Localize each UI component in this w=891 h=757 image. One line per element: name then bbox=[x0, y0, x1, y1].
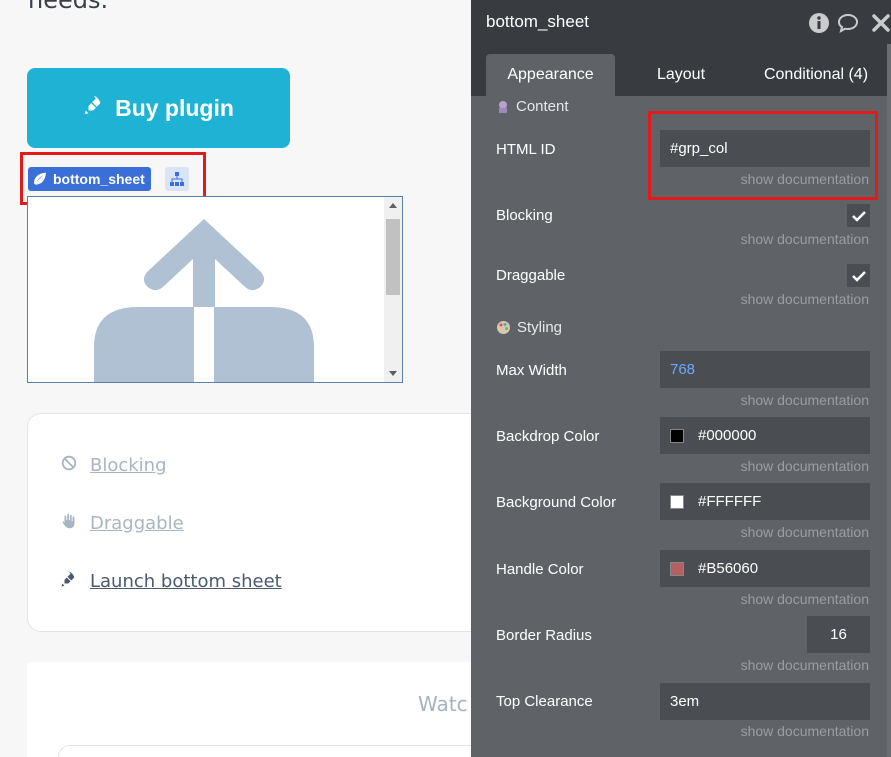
highlight-box bbox=[648, 111, 878, 200]
option-draggable[interactable]: Draggable bbox=[60, 512, 184, 535]
panel-header: bottom_sheet bbox=[471, 0, 891, 44]
hand-icon bbox=[60, 512, 78, 535]
tab-layout[interactable]: Layout bbox=[636, 54, 726, 96]
handle-color-label: Handle Color bbox=[496, 561, 584, 578]
top-clearance-label: Top Clearance bbox=[496, 693, 593, 710]
handle-color-swatch[interactable] bbox=[670, 561, 684, 576]
background-color-swatch[interactable] bbox=[670, 494, 684, 509]
top-clearance-doc-link[interactable]: show documentation bbox=[741, 723, 869, 739]
draggable-doc-link[interactable]: show documentation bbox=[741, 291, 869, 307]
panel-title: bottom_sheet bbox=[486, 12, 590, 31]
rocket-icon bbox=[83, 94, 105, 122]
max-width-label: Max Width bbox=[496, 362, 567, 379]
section-content-label: Content bbox=[516, 98, 569, 115]
rocket-icon bbox=[60, 570, 78, 593]
tab-conditional[interactable]: Conditional (4) bbox=[741, 54, 891, 96]
backdrop-color-swatch[interactable] bbox=[670, 428, 684, 443]
handle-color-value: #B56060 bbox=[698, 560, 759, 577]
watch-text: Watc bbox=[418, 692, 468, 716]
ban-icon bbox=[60, 454, 78, 477]
section-styling: Styling bbox=[496, 319, 562, 336]
palette-icon bbox=[497, 321, 510, 334]
editor-canvas: needs. Buy plugin bottom_sheet Blocking … bbox=[0, 0, 471, 757]
max-width-input[interactable]: 768 bbox=[660, 351, 870, 388]
html-id-label: HTML ID bbox=[496, 141, 556, 158]
checkmark-icon bbox=[851, 270, 866, 282]
buy-plugin-label: Buy plugin bbox=[115, 94, 234, 121]
option-blocking[interactable]: Blocking bbox=[60, 454, 167, 477]
handle-color-doc-link[interactable]: show documentation bbox=[741, 591, 869, 607]
draggable-label: Draggable bbox=[496, 267, 566, 284]
backdrop-color-label: Backdrop Color bbox=[496, 428, 600, 445]
handle-color-input[interactable]: #B56060 bbox=[660, 550, 870, 587]
border-radius-doc-link[interactable]: show documentation bbox=[741, 657, 869, 673]
buy-plugin-button[interactable]: Buy plugin bbox=[27, 68, 290, 148]
blocking-checkbox[interactable] bbox=[847, 204, 870, 227]
element-tree-button[interactable] bbox=[165, 167, 189, 191]
options-card: Blocking Draggable Launch bottom sheet bbox=[27, 413, 471, 632]
video-card bbox=[27, 662, 471, 757]
option-launch-bottom-sheet[interactable]: Launch bottom sheet bbox=[60, 570, 282, 593]
section-styling-label: Styling bbox=[517, 319, 563, 336]
option-label: Launch bottom sheet bbox=[90, 571, 282, 592]
comment-icon[interactable] bbox=[837, 12, 859, 34]
background-color-value: #FFFFFF bbox=[698, 493, 762, 510]
upload-icon bbox=[94, 219, 314, 382]
content-icon bbox=[499, 100, 507, 113]
blocking-doc-link[interactable]: show documentation bbox=[741, 231, 869, 247]
border-radius-input[interactable]: 16 bbox=[807, 616, 870, 653]
checkmark-icon bbox=[851, 210, 866, 222]
option-label: Blocking bbox=[90, 455, 167, 476]
canvas-text: needs. bbox=[28, 0, 109, 14]
info-icon[interactable] bbox=[808, 12, 830, 34]
border-radius-label: Border Radius bbox=[496, 627, 592, 644]
blocking-label: Blocking bbox=[496, 207, 553, 224]
background-color-input[interactable]: #FFFFFF bbox=[660, 483, 870, 520]
tab-appearance[interactable]: Appearance bbox=[486, 54, 615, 96]
property-editor: bottom_sheet Appearance Layout Condition… bbox=[471, 0, 891, 757]
max-width-doc-link[interactable]: show documentation bbox=[741, 392, 869, 408]
panel-scrollbar[interactable] bbox=[887, 44, 891, 757]
preview-scrollbar[interactable] bbox=[384, 197, 402, 382]
background-color-label: Background Color bbox=[496, 494, 617, 511]
leaf-icon bbox=[32, 170, 48, 189]
bottom-sheet-preview[interactable] bbox=[27, 196, 403, 383]
element-tag[interactable]: bottom_sheet bbox=[28, 167, 151, 191]
inner-card bbox=[58, 745, 471, 757]
draggable-checkbox[interactable] bbox=[847, 264, 870, 287]
option-label: Draggable bbox=[90, 513, 184, 534]
top-clearance-input[interactable]: 3em bbox=[660, 683, 870, 720]
close-icon[interactable] bbox=[870, 12, 891, 34]
backdrop-color-value: #000000 bbox=[698, 427, 757, 444]
backdrop-color-doc-link[interactable]: show documentation bbox=[741, 458, 869, 474]
background-color-doc-link[interactable]: show documentation bbox=[741, 524, 869, 540]
element-tag-label: bottom_sheet bbox=[53, 171, 145, 187]
panel-tabs: Appearance Layout Conditional (4) bbox=[471, 44, 891, 96]
backdrop-color-input[interactable]: #000000 bbox=[660, 417, 870, 454]
hierarchy-icon bbox=[170, 172, 184, 186]
section-content: Content bbox=[496, 98, 569, 115]
